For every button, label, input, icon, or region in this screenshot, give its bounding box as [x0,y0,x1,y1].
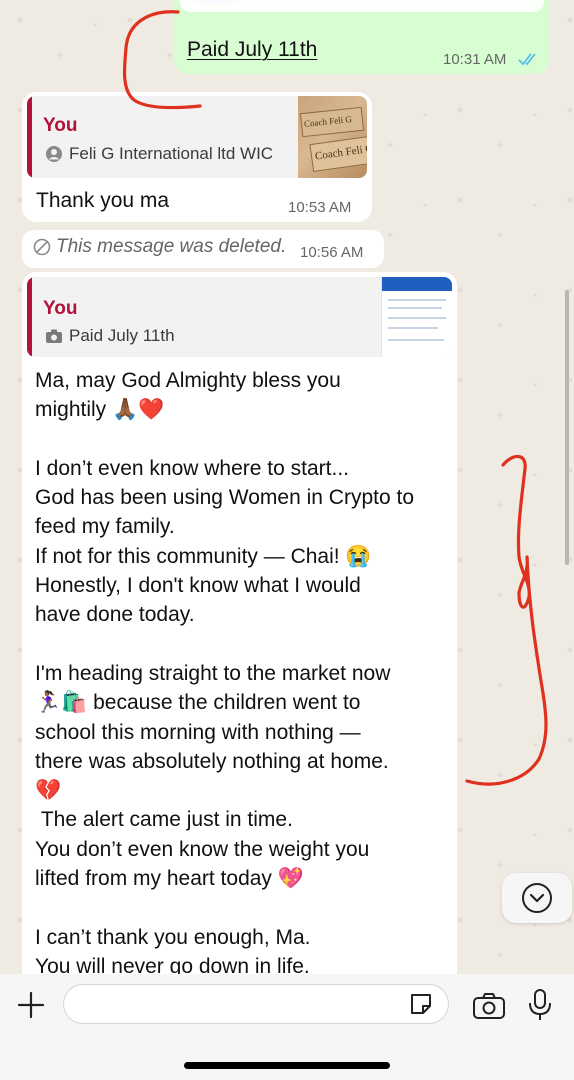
camera-icon [46,329,62,343]
message-time: 10:31 AM [443,51,507,68]
quote-thumbnail[interactable]: Coach Feli G Coach Feli G [298,96,367,178]
thumbnail-sign-text: Coach Feli G [303,113,353,129]
message-time: 10:56 AM [300,244,364,261]
sticker-icon[interactable] [408,991,434,1017]
quoted-message[interactable]: You Feli G International ltd WIC Coach F… [27,96,367,178]
quote-text: Paid July 11th [69,326,175,345]
contact-icon [46,146,62,162]
quote-accent-bar [27,96,32,178]
message-bubble-deleted[interactable]: This message was deleted. 10:56 AM [22,230,384,268]
quote-accent-bar [27,277,32,357]
microphone-icon[interactable] [527,988,553,1022]
chat-scrollbar[interactable] [565,290,569,565]
deleted-message-text: This message was deleted. [56,236,287,257]
blocked-icon [33,238,51,256]
thumbnail-sign-text: Coach Feli G [314,142,367,163]
double-check-read-icon [518,53,536,66]
camera-icon[interactable] [472,992,506,1020]
message-bubble-long[interactable]: You Paid July 11th Ma, may God Almighty … [22,272,457,992]
quote-subtitle: Paid July 11th [45,326,175,346]
quote-subtitle: Feli G International ltd WIC [45,144,273,164]
message-bubble-thanks[interactable]: You Feli G International ltd WIC Coach F… [22,92,372,222]
home-indicator[interactable] [184,1062,390,1069]
message-inner-card [180,0,544,12]
quoted-message[interactable]: You Paid July 11th [27,277,452,357]
scroll-to-bottom-button[interactable] [502,873,572,923]
quote-text: Feli G International ltd WIC [69,144,274,163]
quote-author: You [43,115,78,136]
quote-author: You [43,298,78,319]
message-bubble-paid[interactable]: Paid July 11th 10:31 AM [174,0,550,74]
message-time: 10:53 AM [288,199,352,216]
message-text: Paid July 11th [187,38,318,61]
message-text: Thank you ma [36,189,170,212]
message-input[interactable] [63,984,449,1024]
quote-thumbnail[interactable] [381,277,452,357]
message-text: Ma, may God Almighty bless you mightily … [35,369,414,978]
chevron-down-icon [522,883,552,913]
message-input-bar [0,974,574,1080]
plus-icon[interactable] [16,990,46,1020]
